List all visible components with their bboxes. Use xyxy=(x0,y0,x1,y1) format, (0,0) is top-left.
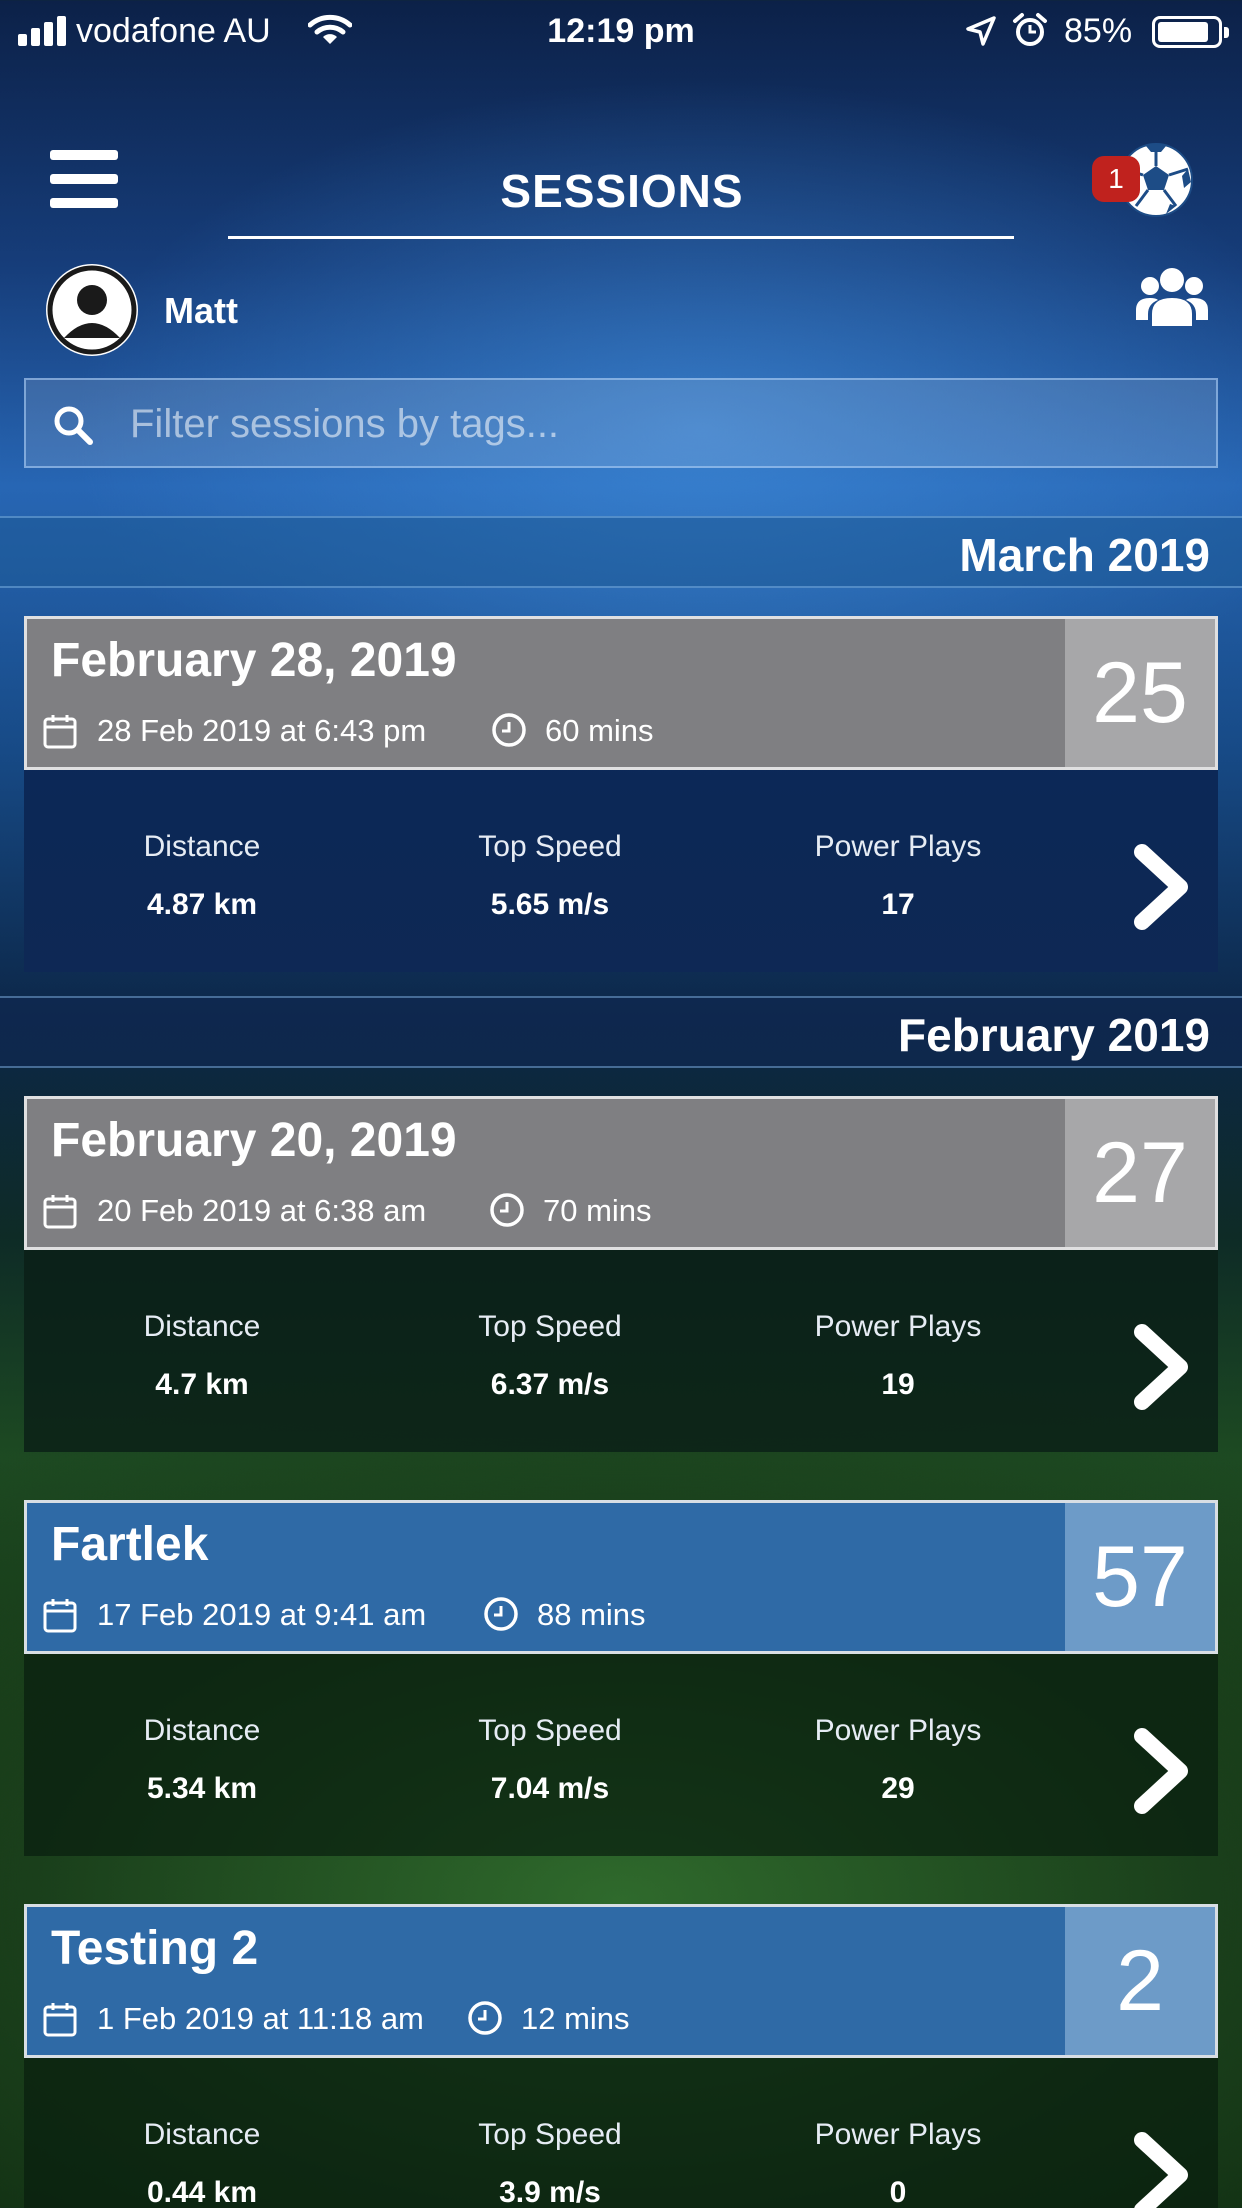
session-header: Fartlek 17 Feb 2019 at 9:41 am 88 mins 5… xyxy=(24,1500,1218,1654)
session-datetime: 1 Feb 2019 at 11:18 am xyxy=(97,2001,424,2036)
chevron-right-icon[interactable] xyxy=(1130,842,1196,932)
month-label: March 2019 xyxy=(959,529,1210,581)
session-stats: Distance 5.34 km Top Speed 7.04 m/s Powe… xyxy=(24,1654,1218,1856)
stat-label: Top Speed xyxy=(478,1714,622,1747)
stat-value: 0.44 km xyxy=(146,2176,258,2208)
search-bar xyxy=(24,378,1218,468)
stat-value: 5.34 km xyxy=(146,1772,258,1805)
stat-value: 4.7 km xyxy=(155,1368,249,1401)
stat-value: 4.87 km xyxy=(146,888,258,921)
stat-value: 0 xyxy=(889,2176,907,2208)
notification-badge[interactable]: 1 xyxy=(1092,156,1140,202)
session-stats: Distance 4.7 km Top Speed 6.37 m/s Power… xyxy=(24,1250,1218,1452)
session-title: February 20, 2019 xyxy=(51,1114,457,1167)
search-icon xyxy=(54,406,93,445)
status-bar: vodafone AU 12:19 pm 85% xyxy=(0,0,1242,62)
page-title: SESSIONS xyxy=(500,165,744,217)
session-title: Fartlek xyxy=(51,1518,209,1571)
session-score: 27 xyxy=(1065,1099,1215,1247)
session-card[interactable]: Testing 2 1 Feb 2019 at 11:18 am 12 mins… xyxy=(24,1904,1218,2208)
chevron-right-icon[interactable] xyxy=(1130,1322,1196,1412)
session-score: 25 xyxy=(1065,619,1215,767)
battery-percentage: 85% xyxy=(1064,12,1133,50)
stat-label: Power Plays xyxy=(814,1310,982,1343)
month-header: February 2019 xyxy=(0,996,1242,1068)
session-duration: 12 mins xyxy=(521,2001,630,2036)
session-header: February 28, 2019 28 Feb 2019 at 6:43 pm… xyxy=(24,616,1218,770)
stat-label: Distance xyxy=(143,1714,261,1747)
stat-value: 3.9 m/s xyxy=(499,2176,601,2208)
session-header: February 20, 2019 20 Feb 2019 at 6:38 am… xyxy=(24,1096,1218,1250)
stat-value: 7.04 m/s xyxy=(490,1772,610,1805)
location-arrow-icon xyxy=(966,16,996,46)
alarm-clock-icon xyxy=(1013,13,1047,46)
group-icon[interactable] xyxy=(1136,262,1208,328)
stat-label: Distance xyxy=(143,1310,261,1343)
stat-label: Power Plays xyxy=(814,2118,982,2151)
stat-label: Distance xyxy=(143,830,261,863)
calendar-icon xyxy=(43,715,77,749)
stat-value: 19 xyxy=(881,1368,915,1401)
month-label: February 2019 xyxy=(898,1009,1210,1061)
session-card[interactable]: February 28, 2019 28 Feb 2019 at 6:43 pm… xyxy=(24,616,1218,972)
stat-label: Distance xyxy=(143,2118,261,2151)
title-underline xyxy=(228,236,1014,239)
session-datetime: 20 Feb 2019 at 6:38 am xyxy=(97,1193,427,1228)
session-header: Testing 2 1 Feb 2019 at 11:18 am 12 mins… xyxy=(24,1904,1218,2058)
session-datetime: 28 Feb 2019 at 6:43 pm xyxy=(97,713,427,748)
search-input[interactable] xyxy=(130,394,1190,454)
stat-value: 5.65 m/s xyxy=(490,888,610,921)
chevron-right-icon[interactable] xyxy=(1130,2130,1196,2208)
menu-icon[interactable] xyxy=(50,150,118,208)
clock-icon xyxy=(468,2001,502,2035)
session-stats: Distance 0.44 km Top Speed 3.9 m/s Power… xyxy=(24,2058,1218,2208)
session-title: Testing 2 xyxy=(51,1922,259,1975)
clock-icon xyxy=(490,1193,524,1227)
stat-label: Top Speed xyxy=(478,1310,622,1343)
user-silhouette-icon xyxy=(47,265,137,355)
session-card[interactable]: February 20, 2019 20 Feb 2019 at 6:38 am… xyxy=(24,1096,1218,1452)
month-header: March 2019 xyxy=(0,516,1242,588)
session-duration: 60 mins xyxy=(545,713,654,748)
session-stats: Distance 4.87 km Top Speed 5.65 m/s Powe… xyxy=(24,770,1218,972)
session-score: 57 xyxy=(1065,1503,1215,1651)
calendar-icon xyxy=(43,1599,77,1633)
session-title: February 28, 2019 xyxy=(51,634,457,687)
calendar-icon xyxy=(43,1195,77,1229)
stat-value: 17 xyxy=(881,888,915,921)
calendar-icon xyxy=(43,2003,77,2037)
session-datetime: 17 Feb 2019 at 9:41 am xyxy=(97,1597,427,1632)
clock-icon xyxy=(492,713,526,747)
avatar[interactable] xyxy=(46,264,138,356)
battery-icon xyxy=(1152,16,1229,48)
session-duration: 88 mins xyxy=(537,1597,646,1632)
stat-label: Top Speed xyxy=(478,830,622,863)
stat-label: Power Plays xyxy=(814,830,982,863)
session-duration: 70 mins xyxy=(543,1193,652,1228)
session-card[interactable]: Fartlek 17 Feb 2019 at 9:41 am 88 mins 5… xyxy=(24,1500,1218,1856)
session-score: 2 xyxy=(1065,1907,1215,2055)
stat-label: Top Speed xyxy=(478,2118,622,2151)
clock: 12:19 pm xyxy=(547,12,695,50)
chevron-right-icon[interactable] xyxy=(1130,1726,1196,1816)
user-name: Matt xyxy=(164,290,238,331)
stat-value: 6.37 m/s xyxy=(490,1368,610,1401)
stat-label: Power Plays xyxy=(814,1714,982,1747)
clock-icon xyxy=(484,1597,518,1631)
stat-value: 29 xyxy=(881,1772,915,1805)
